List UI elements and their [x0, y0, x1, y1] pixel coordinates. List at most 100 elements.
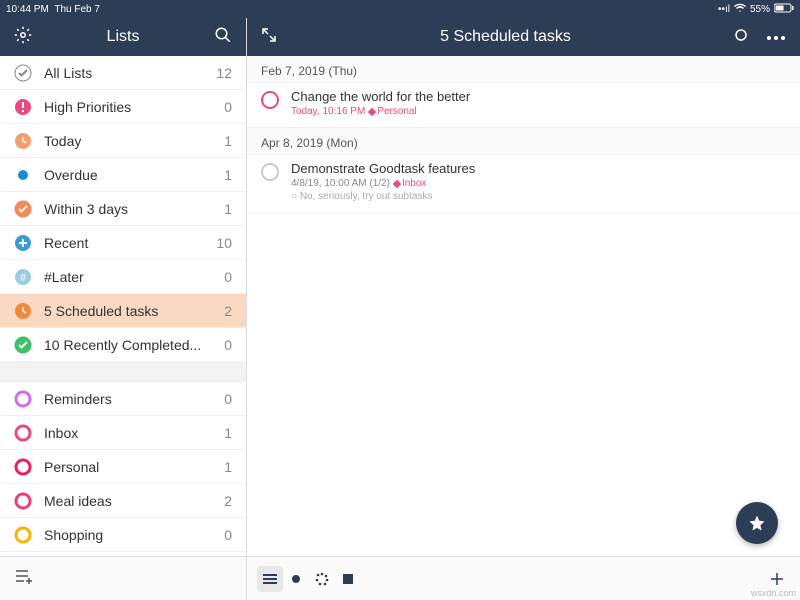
- sidebar-item[interactable]: Inbox1: [0, 416, 246, 450]
- view-month-icon[interactable]: [335, 566, 361, 592]
- task-subtask: ○ No, seriously, try out subtasks: [291, 191, 786, 202]
- view-day-icon[interactable]: [283, 566, 309, 592]
- list-label: Reminders: [44, 391, 224, 407]
- task-list-tag: Personal: [369, 106, 416, 117]
- list-count: 1: [224, 201, 232, 217]
- wifi-icon: [734, 3, 746, 16]
- date-header: Apr 8, 2019 (Mon): [247, 128, 800, 155]
- list-label: Today: [44, 133, 224, 149]
- list-count: 0: [224, 337, 232, 353]
- list-label: Shopping: [44, 527, 224, 543]
- list-label: 10 Recently Completed...: [44, 337, 224, 353]
- list-label: All Lists: [44, 65, 216, 81]
- task-row[interactable]: Change the world for the better Today, 10…: [247, 83, 800, 128]
- task-meta: 4/8/19, 10:00 AM (1/2) Inbox: [291, 178, 786, 189]
- list-label: #Later: [44, 269, 224, 285]
- list-count: 0: [224, 391, 232, 407]
- sidebar-item[interactable]: High Priorities0: [0, 90, 246, 124]
- watermark: wsxdn.com: [751, 588, 796, 598]
- main-bottombar: [247, 556, 800, 600]
- list-icon: [14, 64, 32, 82]
- sidebar-item[interactable]: Reminders0: [0, 382, 246, 416]
- list-container: All Lists12High Priorities0Today1Overdue…: [0, 56, 246, 556]
- list-count: 0: [224, 269, 232, 285]
- list-count: 2: [224, 303, 232, 319]
- list-count: 1: [224, 133, 232, 149]
- list-icon: [14, 302, 32, 320]
- sidebar-item[interactable]: Shopping0: [0, 518, 246, 552]
- signal-icon: ••ıl: [718, 4, 730, 15]
- sidebar-bottombar: [0, 556, 246, 600]
- list-count: 1: [224, 425, 232, 441]
- main-title: 5 Scheduled tasks: [440, 28, 571, 46]
- task-checkbox[interactable]: [261, 163, 279, 181]
- list-icon: [14, 200, 32, 218]
- list-label: Inbox: [44, 425, 224, 441]
- date-header: Feb 7, 2019 (Thu): [247, 56, 800, 83]
- list-icon: [14, 390, 32, 408]
- list-count: 1: [224, 167, 232, 183]
- list-label: Recent: [44, 235, 216, 251]
- list-label: Meal ideas: [44, 493, 224, 509]
- sidebar-item[interactable]: Meal ideas2: [0, 484, 246, 518]
- list-icon: [14, 132, 32, 150]
- more-icon[interactable]: [766, 28, 786, 46]
- battery-icon: [774, 3, 794, 16]
- list-icon: [14, 166, 32, 184]
- main-panel: 5 Scheduled tasks Feb 7, 2019 (Thu)Chang…: [247, 18, 800, 600]
- sidebar-item[interactable]: All Lists12: [0, 56, 246, 90]
- list-icon: [14, 336, 32, 354]
- task-checkbox[interactable]: [261, 91, 279, 109]
- list-label: Overdue: [44, 167, 224, 183]
- fab-star[interactable]: [736, 502, 778, 544]
- list-count: 0: [224, 527, 232, 543]
- search-icon[interactable]: [214, 26, 232, 49]
- main-header: 5 Scheduled tasks: [247, 18, 800, 56]
- list-icon: [14, 492, 32, 510]
- list-count: 10: [216, 235, 232, 251]
- list-icon: [14, 526, 32, 544]
- expand-icon[interactable]: [261, 27, 277, 48]
- list-icon: #: [14, 268, 32, 286]
- sidebar-item[interactable]: Within 3 days1: [0, 192, 246, 226]
- svg-text:#: #: [20, 272, 27, 284]
- list-count: 1: [224, 459, 232, 475]
- status-right: ••ıl 55%: [718, 3, 794, 16]
- task-title: Change the world for the better: [291, 89, 786, 104]
- task-title: Demonstrate Goodtask features: [291, 161, 786, 176]
- list-count: 2: [224, 493, 232, 509]
- list-count: 12: [216, 65, 232, 81]
- sidebar-item[interactable]: Today1: [0, 124, 246, 158]
- status-bar: 10:44 PM Thu Feb 7 ••ıl 55%: [0, 0, 800, 18]
- list-count: 0: [224, 99, 232, 115]
- list-icon: [14, 458, 32, 476]
- sidebar-item[interactable]: Recent10: [0, 226, 246, 260]
- sidebar: Lists All Lists12High Priorities0Today1O…: [0, 18, 247, 600]
- status-time: 10:44 PM: [6, 4, 49, 15]
- sidebar-item[interactable]: # #Later0: [0, 260, 246, 294]
- battery-pct: 55%: [750, 4, 770, 15]
- sidebar-item[interactable]: Overdue1: [0, 158, 246, 192]
- task-list-tag: Inbox: [394, 178, 426, 189]
- sidebar-title: Lists: [107, 28, 140, 46]
- task-content: Feb 7, 2019 (Thu)Change the world for th…: [247, 56, 800, 556]
- task-row[interactable]: Demonstrate Goodtask features 4/8/19, 10:…: [247, 155, 800, 213]
- circle-icon[interactable]: [734, 28, 748, 47]
- sidebar-item[interactable]: 5 Scheduled tasks2: [0, 294, 246, 328]
- list-label: 5 Scheduled tasks: [44, 303, 224, 319]
- list-icon: [14, 234, 32, 252]
- status-date: Thu Feb 7: [54, 4, 100, 15]
- add-list-icon[interactable]: [14, 568, 34, 589]
- list-label: Personal: [44, 459, 224, 475]
- list-label: Within 3 days: [44, 201, 224, 217]
- sidebar-header: Lists: [0, 18, 246, 56]
- settings-icon[interactable]: [14, 26, 32, 49]
- list-icon: [14, 424, 32, 442]
- view-week-icon[interactable]: [309, 566, 335, 592]
- list-icon: [14, 98, 32, 116]
- sidebar-item[interactable]: 10 Recently Completed...0: [0, 328, 246, 362]
- sidebar-item[interactable]: Personal1: [0, 450, 246, 484]
- view-list-icon[interactable]: [257, 566, 283, 592]
- task-meta: Today, 10:16 PM Personal: [291, 106, 786, 117]
- list-label: High Priorities: [44, 99, 224, 115]
